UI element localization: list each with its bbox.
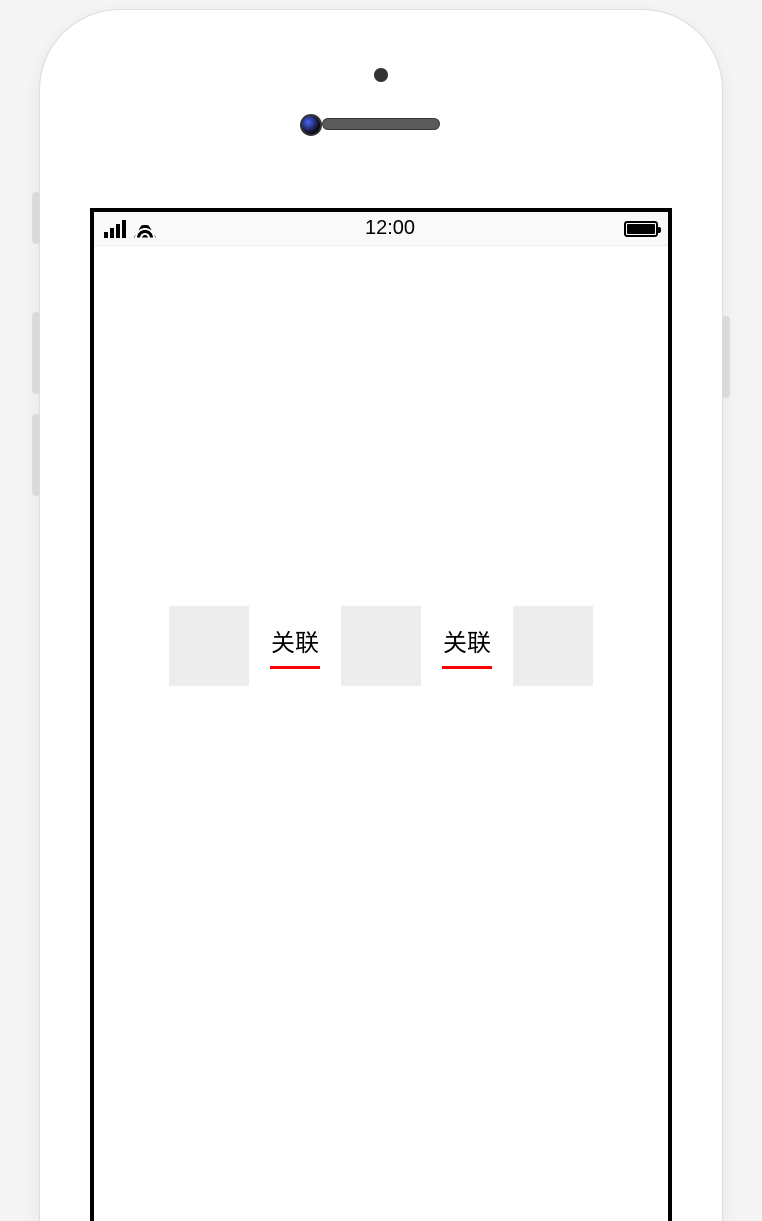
- signal-icon: [104, 220, 126, 238]
- placeholder-image: [169, 606, 249, 686]
- screen: 12:00 关联 关联: [90, 208, 672, 1221]
- phone-mute-switch: [32, 192, 40, 244]
- link-underline: [270, 666, 320, 669]
- phone-volume-down: [32, 414, 40, 496]
- link-label[interactable]: 关联: [443, 623, 491, 658]
- phone-frame: 12:00 关联 关联: [40, 10, 722, 1221]
- battery-icon: [624, 221, 658, 237]
- links-row: 关联 关联: [94, 606, 668, 686]
- phone-volume-up: [32, 312, 40, 394]
- phone-power-button: [722, 316, 730, 398]
- link-underline: [442, 666, 492, 669]
- placeholder-image: [341, 606, 421, 686]
- status-time: 12:00: [365, 217, 415, 240]
- front-camera: [300, 114, 322, 136]
- placeholder-image: [513, 606, 593, 686]
- phone-bezel: 12:00 关联 关联: [54, 24, 708, 1221]
- status-bar: 12:00: [94, 212, 668, 246]
- proximity-sensor: [374, 68, 388, 82]
- link-label[interactable]: 关联: [271, 623, 319, 658]
- wifi-icon: [134, 220, 156, 238]
- content-area: 关联 关联: [94, 246, 668, 1221]
- earpiece-speaker: [322, 118, 440, 130]
